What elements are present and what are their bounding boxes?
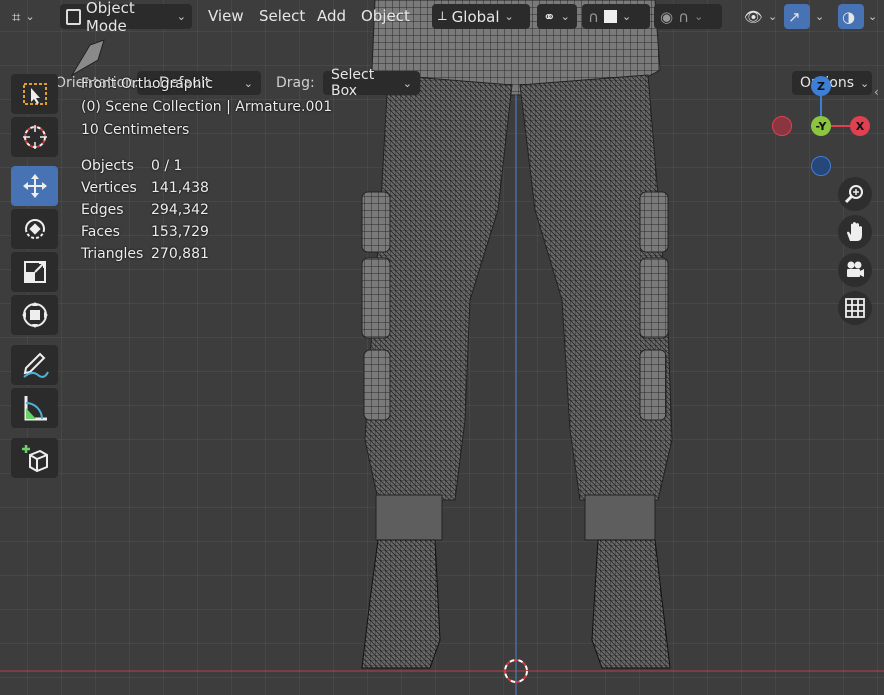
transform-orientation-dropdown[interactable]: ⟂ Global ⌄: [432, 4, 530, 29]
measure-tool[interactable]: [11, 388, 58, 428]
chevron-down-icon: ⌄: [694, 10, 704, 23]
chevron-down-icon: ⌄: [560, 10, 570, 23]
orientation-label: Global: [451, 7, 500, 26]
select-box-tool[interactable]: [11, 74, 58, 114]
proportional-edit-icon: ◉: [660, 7, 674, 26]
move-tool[interactable]: [11, 166, 58, 206]
overlays-icon: ◑: [842, 7, 856, 26]
snap-icon: ∩: [588, 7, 599, 26]
cursor-icon: [22, 125, 47, 149]
pivot-icon: ⚭: [543, 7, 556, 26]
gizmo-x-axis[interactable]: X: [850, 116, 870, 136]
transform-tool[interactable]: [11, 295, 58, 335]
chevron-down-icon: ⌄: [243, 76, 253, 90]
grid-scale: 10 Centimeters: [81, 122, 190, 138]
navigation-gizmo[interactable]: Z -Y X: [770, 76, 875, 181]
hand-icon: [847, 222, 862, 241]
gizmo-toggle-button[interactable]: ↗: [784, 4, 810, 29]
perspective-toggle-button[interactable]: [838, 291, 872, 325]
pivot-point-dropdown[interactable]: ⚭ ⌄: [537, 4, 577, 29]
stat-objects-value: 0 / 1: [151, 158, 183, 174]
stat-objects-label: Objects: [81, 158, 134, 174]
camera-icon: [847, 261, 864, 277]
menu-view[interactable]: View: [208, 7, 244, 25]
add-cube-icon: [21, 445, 48, 473]
chevron-down-icon: ⌄: [621, 10, 632, 23]
chevron-down-icon: ⌄: [504, 10, 514, 23]
menu-object[interactable]: Object: [361, 7, 410, 25]
chevron-down-icon: ⌄: [25, 10, 35, 23]
stat-edges-label: Edges: [81, 202, 124, 218]
add-cube-tool[interactable]: [11, 438, 58, 478]
drag-value: Select Box: [331, 67, 375, 99]
pan-button[interactable]: [838, 215, 872, 249]
editor-type-button[interactable]: ⌗ ⌄: [6, 4, 48, 29]
gizmo-z-axis[interactable]: Z: [811, 76, 831, 96]
chevron-down-icon: ⌄: [768, 10, 778, 23]
snap-group[interactable]: ∩ ⌄: [582, 4, 650, 29]
eye-icon: 👁: [744, 7, 764, 26]
scale-icon: [23, 261, 46, 283]
mode-label: Object Mode: [85, 0, 135, 35]
gizmo-neg-z-axis[interactable]: [811, 156, 831, 176]
falloff-curve-icon: ∩: [678, 7, 690, 26]
overlays-options-chevron-icon[interactable]: ⌄: [868, 10, 877, 23]
orientation-axes-icon: ⟂: [438, 9, 447, 24]
stat-vertices-label: Vertices: [81, 180, 137, 196]
stat-faces-value: 153,729: [151, 224, 209, 240]
3d-viewport[interactable]: ⌗ ⌄ Object Mode ⌄ View Select Add Object …: [0, 0, 884, 695]
mode-dropdown[interactable]: Object Mode ⌄: [60, 0, 192, 35]
drag-dropdown[interactable]: Select Box ⌄: [323, 67, 420, 99]
stat-edges-value: 294,342: [151, 202, 209, 218]
visibility-dropdown[interactable]: 👁 ⌄: [738, 4, 778, 29]
collection-name: (0) Scene Collection | Armature.001: [81, 99, 333, 115]
chevron-down-icon: ⌄: [402, 76, 412, 90]
view-name: Front Orthographic: [81, 76, 214, 92]
stat-triangles-label: Triangles: [81, 246, 144, 262]
overlays-toggle-button[interactable]: ◑: [838, 4, 864, 29]
gizmo-neg-x-axis[interactable]: [772, 116, 792, 136]
drag-label: Drag:: [276, 75, 315, 91]
stat-vertices-value: 141,438: [151, 180, 209, 196]
zoom-icon: [844, 185, 863, 204]
cursor-tool[interactable]: [11, 117, 58, 157]
object-mode-icon: [66, 8, 81, 25]
move-icon: [22, 174, 47, 198]
menu-select[interactable]: Select: [259, 7, 305, 25]
rotate-tool[interactable]: [11, 209, 58, 249]
snap-target-icon: [603, 10, 617, 23]
gizmo-options-chevron-icon[interactable]: ⌄: [815, 10, 824, 23]
grid-icon: [845, 298, 865, 318]
camera-view-button[interactable]: [838, 253, 872, 287]
sidebar-toggle-icon[interactable]: ‹: [874, 85, 879, 99]
gizmo-icon: ↗: [788, 7, 801, 26]
chevron-down-icon: ⌄: [176, 10, 186, 23]
tool-settings-header: Orientation: ⟂ Default ⌄ Drag: Select Bo…: [0, 34, 884, 99]
measure-icon: [24, 396, 47, 421]
menu-add[interactable]: Add: [317, 7, 346, 25]
transform-icon: [21, 302, 48, 328]
stat-triangles-value: 270,881: [151, 246, 209, 262]
scale-tool[interactable]: [11, 252, 58, 292]
viewport-header: ⌗ ⌄ Object Mode ⌄ View Select Add Object …: [0, 0, 884, 35]
annotate-icon: [22, 352, 49, 378]
proportional-edit-group[interactable]: ◉ ∩ ⌄: [654, 4, 722, 29]
stat-faces-label: Faces: [81, 224, 120, 240]
rotate-icon: [24, 219, 45, 239]
zoom-button[interactable]: [838, 177, 872, 211]
editor-type-icon: ⌗: [12, 7, 21, 26]
gizmo-neg-y-axis[interactable]: -Y: [811, 116, 831, 136]
annotate-tool[interactable]: [11, 345, 58, 385]
select-box-icon: [22, 83, 47, 105]
